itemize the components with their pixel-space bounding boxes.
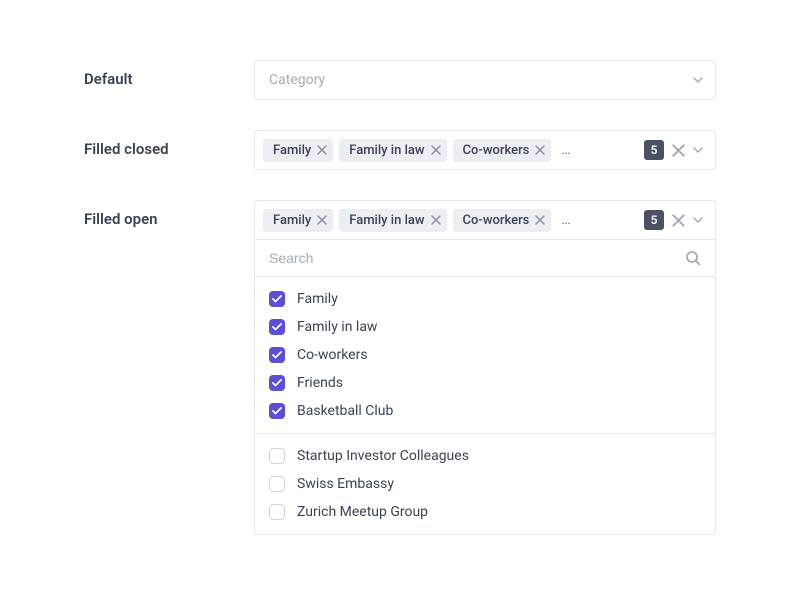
chip-label: Co-workers: [463, 143, 530, 158]
close-icon[interactable]: [431, 215, 441, 225]
overflow-indicator: …: [557, 142, 574, 158]
option-label: Basketball Club: [297, 403, 393, 419]
checkbox-unchecked-icon[interactable]: [269, 448, 285, 464]
option-zurich-meetup-group[interactable]: Zurich Meetup Group: [255, 498, 715, 526]
chevron-down-icon[interactable]: [693, 147, 703, 153]
chevron-down-icon[interactable]: [693, 77, 703, 83]
chip-label: Co-workers: [463, 213, 530, 228]
option-swiss-embassy[interactable]: Swiss Embassy: [255, 470, 715, 498]
option-label: Family: [297, 291, 338, 307]
chip-label: Family in law: [349, 213, 424, 228]
label-filled-open: Filled open: [84, 200, 254, 228]
option-label: Swiss Embassy: [297, 476, 394, 492]
checkbox-checked-icon[interactable]: [269, 291, 285, 307]
chip-family[interactable]: Family: [263, 139, 333, 162]
label-default: Default: [84, 60, 254, 88]
option-basketball-club[interactable]: Basketball Club: [255, 397, 715, 425]
option-startup-investor-colleagues[interactable]: Startup Investor Colleagues: [255, 442, 715, 470]
clear-all-icon[interactable]: [672, 144, 685, 157]
chip-label: Family: [273, 143, 311, 158]
chip-family-in-law[interactable]: Family in law: [339, 139, 446, 162]
chip-co-workers[interactable]: Co-workers: [453, 139, 552, 162]
checkbox-checked-icon[interactable]: [269, 347, 285, 363]
checkbox-unchecked-icon[interactable]: [269, 504, 285, 520]
option-label: Zurich Meetup Group: [297, 504, 428, 520]
select-controls: 5: [644, 210, 707, 230]
option-co-workers[interactable]: Co-workers: [255, 341, 715, 369]
control-filled-open: Family Family in law Co-workers … 5: [254, 200, 716, 535]
checkbox-checked-icon[interactable]: [269, 375, 285, 391]
control-default: Category: [254, 60, 716, 100]
option-label: Co-workers: [297, 347, 368, 363]
chip-family-in-law[interactable]: Family in law: [339, 209, 446, 232]
close-icon[interactable]: [317, 215, 327, 225]
row-default: Default Category: [84, 60, 716, 100]
option-family-in-law[interactable]: Family in law: [255, 313, 715, 341]
option-family[interactable]: Family: [255, 285, 715, 313]
option-label: Friends: [297, 375, 343, 391]
count-badge: 5: [644, 140, 664, 160]
chip-label: Family in law: [349, 143, 424, 158]
option-label: Startup Investor Colleagues: [297, 448, 469, 464]
count-badge: 5: [644, 210, 664, 230]
option-friends[interactable]: Friends: [255, 369, 715, 397]
chip-co-workers[interactable]: Co-workers: [453, 209, 552, 232]
close-icon[interactable]: [317, 145, 327, 155]
checkbox-checked-icon[interactable]: [269, 403, 285, 419]
clear-all-icon[interactable]: [672, 214, 685, 227]
search-row: [255, 240, 715, 277]
close-icon[interactable]: [535, 145, 545, 155]
search-input[interactable]: [269, 250, 685, 266]
control-filled-closed: Family Family in law Co-workers … 5: [254, 130, 716, 170]
options-checked-group: Family Family in law Co-workers: [255, 277, 715, 433]
select-filled-closed[interactable]: Family Family in law Co-workers … 5: [254, 130, 716, 170]
select-filled-open[interactable]: Family Family in law Co-workers … 5: [254, 200, 716, 240]
row-filled-open: Filled open Family Family in law Co-work…: [84, 200, 716, 535]
select-controls: 5: [644, 140, 707, 160]
search-icon[interactable]: [685, 250, 701, 266]
close-icon[interactable]: [535, 215, 545, 225]
row-filled-closed: Filled closed Family Family in law Co-wo…: [84, 130, 716, 170]
option-label: Family in law: [297, 319, 377, 335]
checkbox-checked-icon[interactable]: [269, 319, 285, 335]
close-icon[interactable]: [431, 145, 441, 155]
chip-label: Family: [273, 213, 311, 228]
select-default[interactable]: Category: [254, 60, 716, 100]
overflow-indicator: …: [557, 212, 574, 228]
label-filled-closed: Filled closed: [84, 130, 254, 158]
chip-family[interactable]: Family: [263, 209, 333, 232]
checkbox-unchecked-icon[interactable]: [269, 476, 285, 492]
chevron-down-icon[interactable]: [693, 217, 703, 223]
select-default-placeholder: Category: [263, 72, 687, 88]
dropdown-panel: Family Family in law Co-workers: [254, 240, 716, 535]
options-unchecked-group: Startup Investor Colleagues Swiss Embass…: [255, 433, 715, 534]
